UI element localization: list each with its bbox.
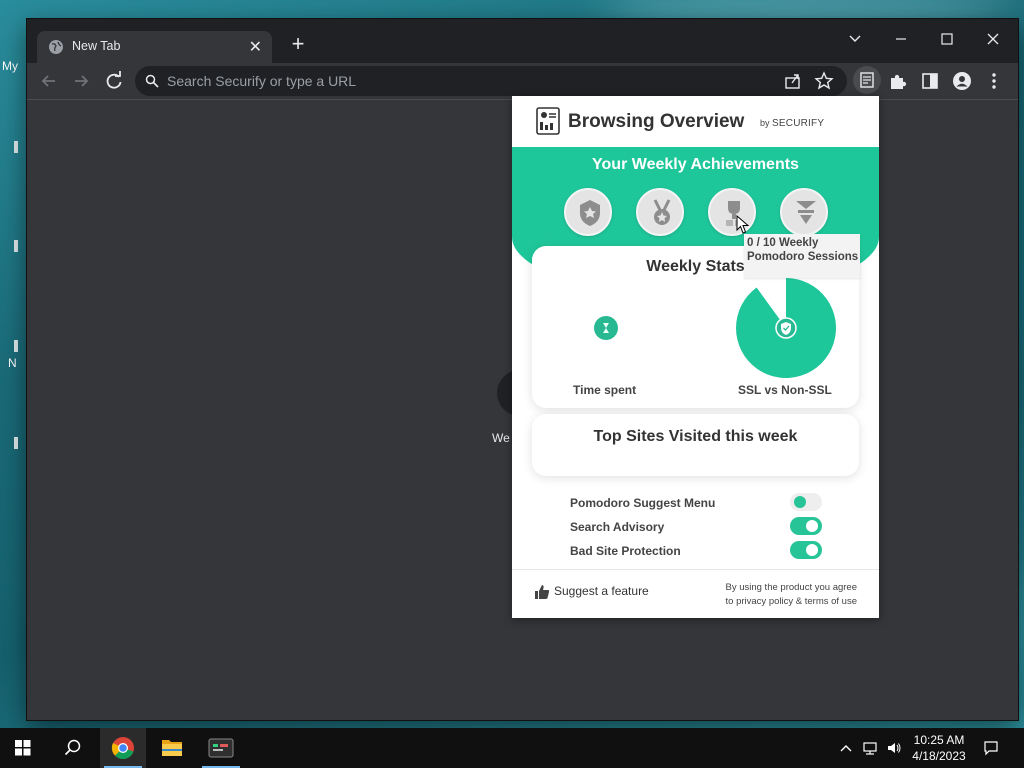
taskbar: 10:25 AM 4/18/2023 bbox=[0, 728, 1024, 768]
toggle-knob bbox=[794, 496, 806, 508]
desktop-icon-fragment bbox=[14, 437, 18, 449]
desktop-icon-label[interactable]: N bbox=[8, 356, 17, 370]
achievement-tooltip: 0 / 10 Weekly Pomodoro Sessions bbox=[744, 234, 860, 278]
securify-extension-icon bbox=[860, 72, 874, 88]
close-window-button[interactable] bbox=[973, 25, 1013, 53]
securify-popup: Browsing Overview by SECURIFY Your Weekl… bbox=[512, 96, 879, 618]
toggle-knob bbox=[806, 544, 818, 556]
tab-new-tab[interactable]: New Tab ✕ bbox=[37, 31, 272, 63]
taskbar-app-button[interactable] bbox=[198, 728, 244, 768]
suggest-feature-link[interactable]: Suggest a feature bbox=[534, 584, 649, 600]
taskbar-explorer-button[interactable] bbox=[149, 728, 195, 768]
pomodoro-suggest-toggle[interactable] bbox=[790, 493, 822, 511]
bad-site-protection-row: Bad Site Protection bbox=[570, 541, 830, 561]
reload-icon[interactable] bbox=[100, 67, 128, 95]
popup-brand: by SECURIFY bbox=[760, 118, 824, 129]
bookmark-star-icon[interactable] bbox=[812, 69, 836, 93]
hourglass-icon bbox=[594, 316, 618, 340]
securify-extension-button[interactable] bbox=[853, 66, 881, 94]
shield-badge-icon[interactable] bbox=[564, 188, 612, 236]
tab-title: New Tab bbox=[72, 39, 121, 53]
legal-line[interactable]: to privacy policy & terms of use bbox=[707, 595, 857, 609]
back-arrow-icon[interactable] bbox=[35, 67, 63, 95]
desktop-icon-label[interactable]: My bbox=[2, 59, 18, 73]
browser-toolbar bbox=[27, 63, 1018, 99]
mouse-cursor-icon bbox=[736, 215, 750, 234]
side-panel-icon[interactable] bbox=[918, 69, 942, 93]
clock-date: 4/18/2023 bbox=[912, 749, 966, 763]
tab-search-chevron-icon[interactable] bbox=[835, 25, 875, 53]
toggle-label: Pomodoro Suggest Menu bbox=[570, 496, 716, 510]
windows-logo-icon bbox=[15, 740, 31, 756]
taskbar-chrome-button[interactable] bbox=[100, 728, 146, 768]
new-tab-button[interactable]: + bbox=[286, 33, 310, 57]
desktop-icon-fragment bbox=[14, 141, 18, 153]
achievements-title: Your Weekly Achievements bbox=[592, 156, 799, 173]
brand-by: by bbox=[760, 118, 770, 128]
shortcut-tile-label[interactable]: We bbox=[492, 431, 510, 445]
search-icon bbox=[145, 74, 159, 88]
pomodoro-suggest-row: Pomodoro Suggest Menu bbox=[570, 493, 830, 513]
ssl-pie-chart bbox=[736, 278, 836, 378]
popup-footer: Suggest a feature By using the product y… bbox=[512, 569, 879, 618]
more-menu-icon[interactable] bbox=[982, 69, 1006, 93]
brand-name: SECURIFY bbox=[772, 118, 825, 129]
toggle-label: Bad Site Protection bbox=[570, 544, 681, 558]
legal-notice: By using the product you agree to privac… bbox=[707, 581, 857, 609]
omnibox[interactable] bbox=[135, 66, 847, 96]
bad-site-protection-toggle[interactable] bbox=[790, 541, 822, 559]
top-sites-title: Top Sites Visited this week bbox=[593, 428, 798, 445]
share-icon[interactable] bbox=[781, 69, 805, 93]
ssl-label: SSL vs Non-SSL bbox=[738, 383, 832, 397]
chrome-icon bbox=[111, 737, 134, 760]
podium-badge-icon[interactable] bbox=[780, 188, 828, 236]
folder-icon bbox=[162, 740, 182, 756]
system-clock[interactable]: 10:25 AM 4/18/2023 bbox=[908, 732, 970, 764]
medal-badge-icon[interactable] bbox=[636, 188, 684, 236]
desktop-icon-fragment bbox=[14, 340, 18, 352]
desktop-icon-fragment bbox=[14, 240, 18, 252]
time-spent-label: Time spent bbox=[573, 383, 637, 397]
start-button[interactable] bbox=[0, 728, 46, 768]
close-tab-icon[interactable]: ✕ bbox=[249, 37, 262, 57]
network-icon[interactable] bbox=[862, 740, 878, 756]
top-sites-card: Top Sites Visited this week bbox=[532, 414, 859, 476]
toggle-label: Search Advisory bbox=[570, 520, 665, 534]
maximize-button[interactable] bbox=[927, 25, 967, 53]
suggest-feature-label: Suggest a feature bbox=[554, 584, 649, 599]
forward-arrow-icon[interactable] bbox=[67, 67, 95, 95]
title-bar: New Tab ✕ + bbox=[27, 19, 1018, 63]
volume-icon[interactable] bbox=[886, 740, 902, 756]
legal-line: By using the product you agree bbox=[725, 582, 857, 593]
popup-title: Browsing Overview bbox=[568, 111, 745, 132]
search-icon bbox=[64, 739, 81, 756]
search-advisory-row: Search Advisory bbox=[570, 517, 830, 537]
toggle-knob bbox=[806, 520, 818, 532]
extensions-puzzle-icon[interactable] bbox=[886, 69, 910, 93]
minimize-button[interactable] bbox=[881, 25, 921, 53]
address-input[interactable] bbox=[167, 72, 747, 90]
clock-time: 10:25 AM bbox=[913, 733, 965, 747]
securify-logo-icon bbox=[536, 107, 560, 135]
taskbar-search-button[interactable] bbox=[49, 728, 95, 768]
globe-icon bbox=[49, 40, 63, 54]
terminal-app-icon bbox=[208, 738, 234, 758]
popup-header: Browsing Overview by SECURIFY bbox=[512, 96, 879, 147]
notification-icon[interactable] bbox=[983, 740, 999, 756]
chevron-up-icon[interactable] bbox=[838, 740, 854, 756]
profile-icon[interactable] bbox=[950, 69, 974, 93]
search-advisory-toggle[interactable] bbox=[790, 517, 822, 535]
thumbs-up-icon bbox=[535, 585, 550, 599]
